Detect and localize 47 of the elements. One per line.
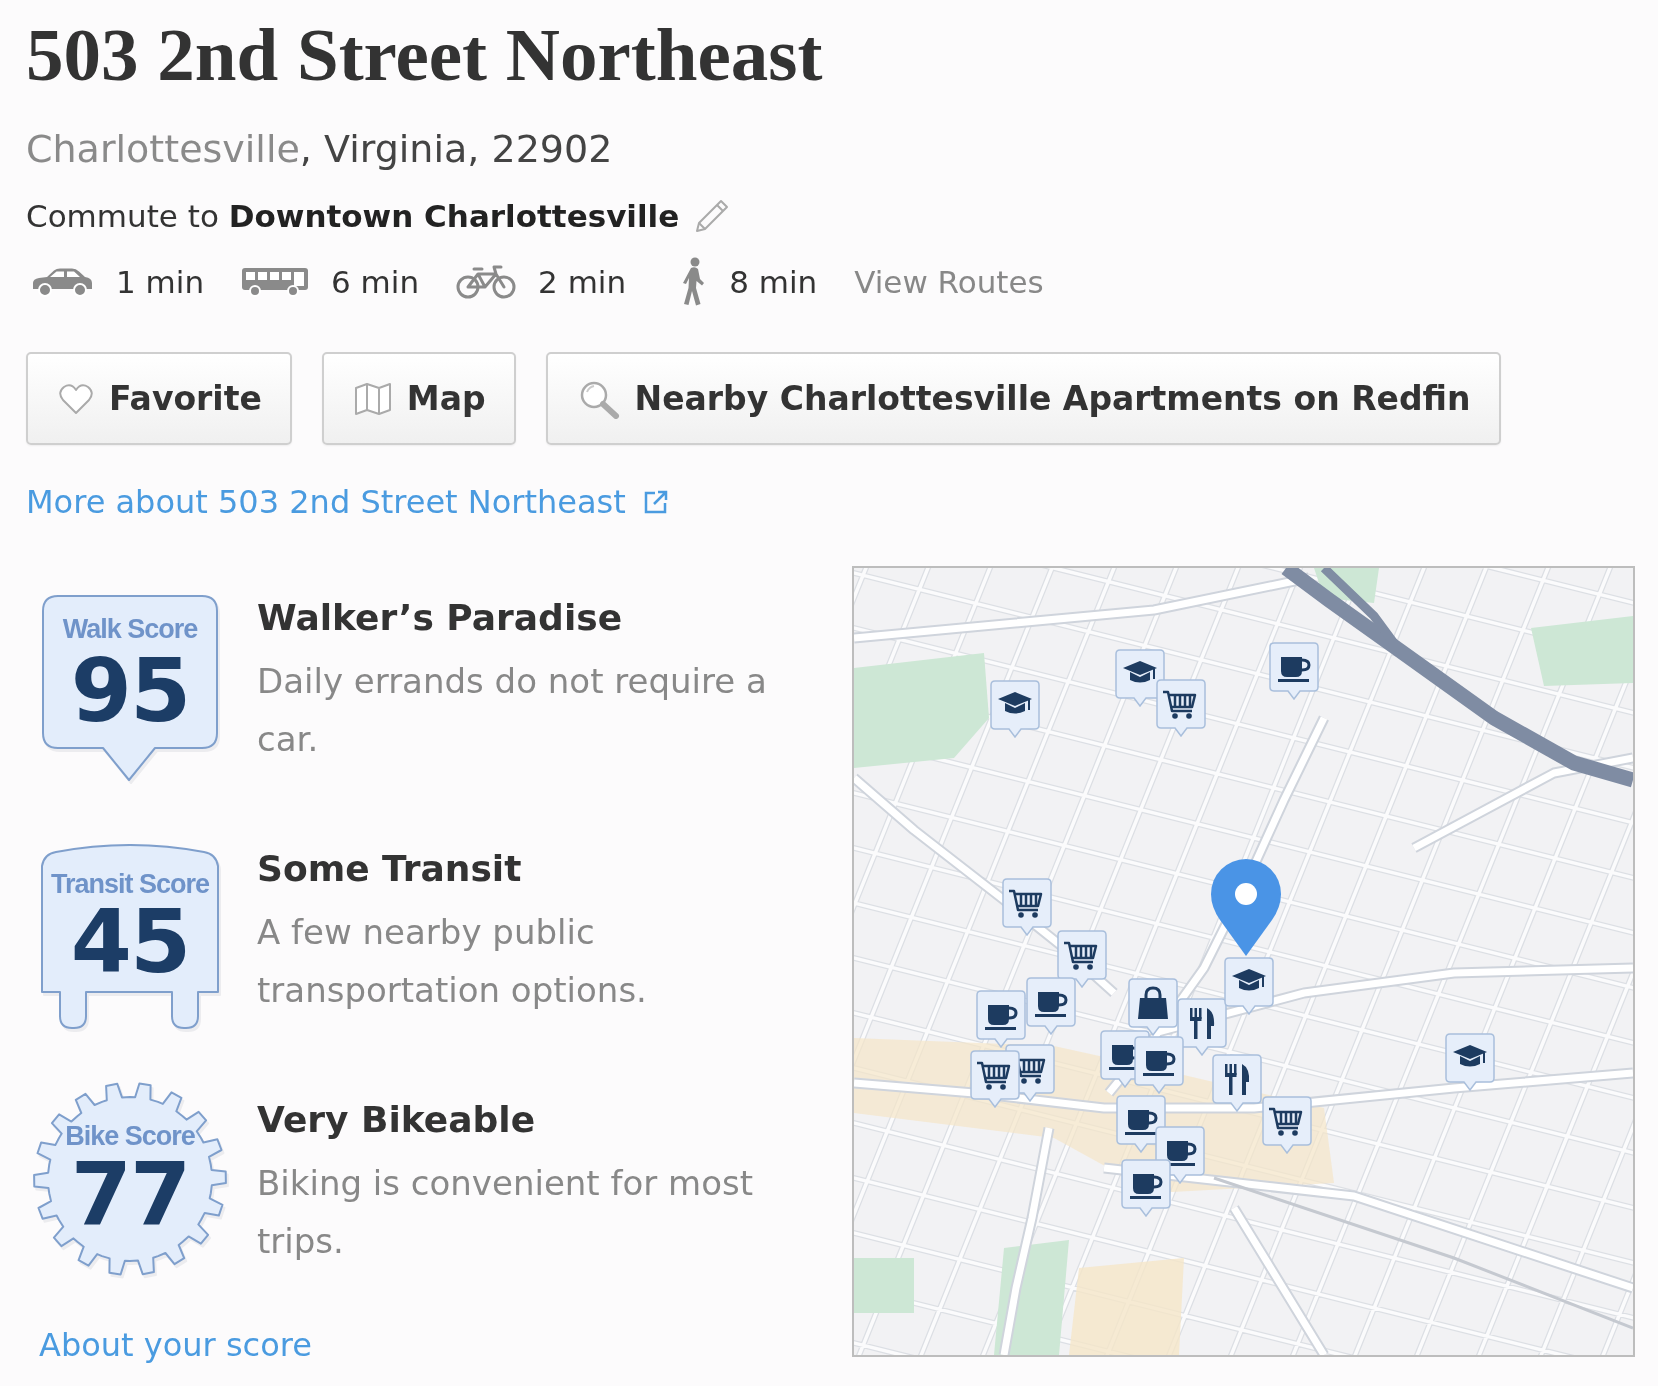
cup-marker-icon[interactable]: [1269, 642, 1319, 700]
search-button[interactable]: Nearby Charlottesville Apartments on Redfin: [545, 352, 1501, 445]
score-value: 77: [70, 1151, 190, 1239]
travel-time: 2 min: [538, 263, 627, 302]
shopping-bag-marker-icon[interactable]: [1128, 978, 1178, 1036]
score-label: Bike Score: [65, 1121, 195, 1151]
score-label: Walk Score: [62, 614, 198, 644]
folded-map-icon: [353, 381, 392, 416]
cart-marker-icon[interactable]: [1156, 679, 1206, 737]
graduation-cap-marker-icon[interactable]: [1445, 1033, 1495, 1091]
score-description: Biking is convenient for most trips.: [257, 1162, 755, 1263]
cup-marker-icon[interactable]: [1121, 1159, 1171, 1217]
park-area: [854, 1258, 914, 1313]
fork-knife-marker-icon[interactable]: [1212, 1054, 1262, 1112]
cup-marker-icon[interactable]: [976, 990, 1026, 1048]
cup-marker-icon[interactable]: [1134, 1036, 1184, 1094]
address-heading: 503 2nd Street Northeast: [26, 15, 823, 95]
cart-marker-icon[interactable]: [1262, 1096, 1312, 1154]
cart-marker-icon[interactable]: [1002, 878, 1052, 936]
score-heading: Walker’s Paradise: [257, 596, 623, 640]
address-text: Charlottesville, Virginia, 22902: [26, 126, 613, 172]
map-button[interactable]: Map: [321, 352, 516, 445]
score-description: Daily errands do not require a car.: [257, 660, 768, 761]
city-link[interactable]: Charlottesville: [26, 127, 300, 171]
score-value: 95: [70, 647, 190, 735]
score-description: A few nearby public transportation options.: [257, 911, 648, 1012]
score-heading: Very Bikeable: [257, 1098, 536, 1142]
travel-time: 6 min: [331, 263, 420, 302]
park-area: [1314, 568, 1379, 603]
favorite-button[interactable]: Favorite: [26, 352, 292, 445]
view-routes-link[interactable]: View Routes: [854, 262, 1044, 302]
score-heading: Some Transit: [257, 847, 522, 891]
about-score-link[interactable]: About your score: [39, 1325, 312, 1365]
heart-icon: [58, 382, 94, 415]
cart-marker-icon[interactable]: [970, 1050, 1020, 1108]
score-value: 45: [70, 898, 190, 986]
travel-time: 1 min: [116, 263, 205, 302]
graduation-cap-marker-icon[interactable]: [990, 680, 1040, 738]
travel-time: 8 min: [729, 263, 818, 302]
more-about-link[interactable]: More about 503 2nd Street Northeast: [26, 482, 626, 522]
graduation-cap-marker-icon[interactable]: [1224, 957, 1274, 1015]
score-label: Transit Score: [50, 869, 210, 899]
bus-icon: [241, 266, 310, 298]
commute-destination-text: Commute to Downtown Charlottesville: [26, 197, 680, 236]
car-icon: [30, 267, 94, 297]
cup-marker-icon[interactable]: [1026, 977, 1076, 1035]
bicycle-icon: [456, 264, 517, 300]
